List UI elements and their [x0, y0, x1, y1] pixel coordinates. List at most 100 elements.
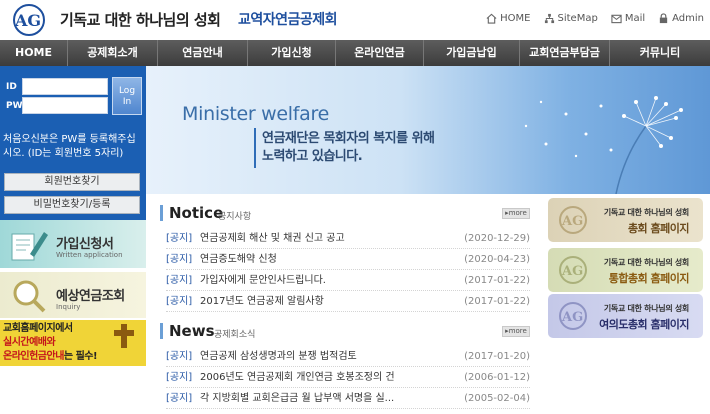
- svg-text:AG: AG: [561, 310, 583, 325]
- banner-big-text: 총회 홈페이지: [627, 222, 690, 235]
- list-item-tag: [공지]: [166, 296, 193, 307]
- banner-small-text: 기독교 대한 하나님의 성회: [603, 208, 689, 217]
- list-item-date: (2017-01-22): [464, 275, 530, 286]
- news-bar: [160, 323, 163, 339]
- list-item[interactable]: [공지] 2006년도 연금공제회 개인연금 호봉조정의 건 (2006-01-12…: [166, 367, 530, 388]
- nav-pension-info[interactable]: 연금안내: [158, 40, 248, 66]
- find-pw-button[interactable]: 비밀번호찾기/등록: [4, 196, 140, 214]
- notice-header: Notice 공지사항 ▸more: [158, 194, 534, 222]
- login-button[interactable]: Log In: [112, 77, 142, 115]
- list-item-tag: [공지]: [166, 372, 193, 383]
- nav-community[interactable]: 커뮤니티: [610, 40, 710, 66]
- list-item-tag: [공지]: [166, 351, 193, 362]
- banner-big-text: 여의도총회 홈페이지: [599, 318, 689, 331]
- list-item[interactable]: [공지] 2017년도 연금공제 알림사항 (2017-01-22): [166, 291, 530, 312]
- united-assembly-banner[interactable]: AG 기독교 대한 하나님의 성회 통합총회 홈페이지: [548, 248, 703, 292]
- login-box: ID PW Log In 처음오신분은 PW를 등록해주십시오. (ID는 회원…: [0, 66, 146, 220]
- mail-icon: [611, 14, 622, 24]
- estimate-banner-title: 예상연금조회: [56, 289, 125, 304]
- news-list: [공지] 연금공제 삼성생명과의 분쟁 법적검토 (2017-01-20) [공지]…: [166, 346, 530, 409]
- hero-message: 연금재단은 목회자의 복지를 위해 노력하고 있습니다.: [262, 130, 435, 166]
- magnifier-icon: [13, 280, 46, 313]
- general-assembly-banner[interactable]: AG 기독교 대한 하나님의 성회 총회 홈페이지: [548, 198, 703, 242]
- main-nav: HOME 공제회소개 연금안내 가입신청 온라인연금 가입금납입 교회연금부담금…: [0, 40, 710, 66]
- hero-banner: Minister welfare 연금재단은 목회자의 복지를 위해 노력하고 …: [146, 66, 710, 194]
- header: AG 기독교 대한 하나님의 성회 교역자연금공제회 HOME SiteMap …: [0, 0, 710, 40]
- church-banner-line3a: 온라인헌금안내: [3, 351, 64, 362]
- ag-logo-icon: AG: [559, 256, 587, 284]
- news-title: News: [169, 322, 215, 340]
- id-label: ID: [6, 82, 17, 92]
- sitemap-link[interactable]: SiteMap: [544, 13, 598, 24]
- nav-home[interactable]: HOME: [0, 40, 68, 66]
- notice-more-label: more: [508, 209, 527, 217]
- list-item-text: 가입자에게 문안인사드립니다.: [200, 275, 326, 286]
- apply-banner[interactable]: 가입신청서 Written application: [0, 220, 146, 268]
- list-item-date: (2017-01-20): [464, 351, 530, 362]
- list-item[interactable]: [공지] 연금공제회 해산 및 채권 신고 공고 (2020-12-29): [166, 228, 530, 249]
- church-online-banner[interactable]: 교회홈페이지에서 실시간예배와 온라인헌금안내는 필수!: [0, 320, 146, 366]
- admin-icon: [659, 13, 668, 24]
- pw-label: PW: [6, 101, 23, 111]
- list-item-text: 2006년도 연금공제회 개인연금 호봉조정의 건: [200, 372, 395, 383]
- list-item-text: 2017년도 연금공제 알림사항: [200, 296, 324, 307]
- apply-banner-title: 가입신청서: [56, 237, 114, 252]
- church-banner-line1: 교회홈페이지에서: [3, 323, 73, 334]
- list-item-date: (2020-04-23): [464, 254, 530, 265]
- list-item[interactable]: [공지] 연금증도해약 신청 (2020-04-23): [166, 249, 530, 270]
- notice-subtitle: 공지사항: [218, 212, 252, 222]
- list-item[interactable]: [공지] 연금공제 삼성생명과의 분쟁 법적검토 (2017-01-20): [166, 346, 530, 367]
- pw-input[interactable]: [22, 97, 108, 114]
- nav-church-burden[interactable]: 교회연금부담금: [520, 40, 610, 66]
- notice-more-button[interactable]: ▸more: [502, 208, 530, 219]
- news-header: News 공제회소식 ▸more: [158, 312, 534, 340]
- notice-title: Notice: [169, 204, 224, 222]
- top-links: HOME SiteMap Mail Admin: [486, 13, 704, 24]
- estimate-banner[interactable]: 예상연금조회 Inquiry: [0, 272, 146, 318]
- hero-title: Minister welfare: [182, 103, 330, 125]
- notice-bar: [160, 205, 163, 221]
- site-title: 기독교 대한 하나님의 성회: [60, 11, 221, 29]
- nav-join[interactable]: 가입신청: [248, 40, 336, 66]
- list-item[interactable]: [공지] 가입자에게 문안인사드립니다. (2017-01-22): [166, 270, 530, 291]
- banner-big-text: 통합총회 홈페이지: [608, 272, 690, 285]
- sitemap-icon: [544, 13, 554, 24]
- apply-banner-sub: Written application: [56, 251, 123, 259]
- list-item-text: 연금공제회 해산 및 채권 신고 공고: [200, 233, 345, 244]
- login-notice: 처음오신분은 PW를 등록해주십시오. (ID는 회원번호 5자리): [3, 134, 136, 159]
- mail-link-label: Mail: [624, 13, 646, 24]
- logo-text: AG: [14, 11, 41, 30]
- list-item-date: (2005-02-04): [464, 393, 530, 404]
- nav-online-pension[interactable]: 온라인연금: [336, 40, 424, 66]
- login-button-label-1: Log: [118, 86, 136, 96]
- id-input[interactable]: [22, 78, 108, 95]
- ag-logo-icon[interactable]: AG: [8, 4, 50, 36]
- yeouido-assembly-banner[interactable]: AG 기독교 대한 하나님의 성회 여의도총회 홈페이지: [548, 294, 703, 338]
- site-subtitle: 교역자연금공제회: [238, 12, 338, 28]
- hero-line2: 노력하고 있습니다.: [262, 149, 363, 164]
- news-more-label: more: [508, 327, 527, 335]
- admin-link[interactable]: Admin: [658, 13, 704, 24]
- list-item-text: 연금증도해약 신청: [200, 254, 277, 265]
- banner-small-text: 기독교 대한 하나님의 성회: [603, 258, 689, 267]
- list-item[interactable]: [공지] 각 지방회별 교회은급금 월 납부액 서명을 실... (2005-02-…: [166, 388, 530, 409]
- list-item-tag: [공지]: [166, 393, 193, 404]
- nav-about[interactable]: 공제회소개: [68, 40, 158, 66]
- news-more-button[interactable]: ▸more: [502, 326, 530, 337]
- svg-text:AG: AG: [561, 264, 583, 279]
- home-link[interactable]: HOME: [486, 13, 531, 24]
- ag-logo-icon: AG: [559, 302, 587, 330]
- list-item-tag: [공지]: [166, 254, 193, 265]
- list-item-text: 각 지방회별 교회은급금 월 납부액 서명을 실...: [200, 393, 395, 404]
- church-banner-line2: 실시간예배와: [3, 337, 56, 348]
- mail-link[interactable]: Mail: [611, 13, 645, 24]
- hero-divider: [254, 128, 256, 168]
- nav-payment[interactable]: 가입금납입: [424, 40, 520, 66]
- cross-icon: [114, 324, 134, 348]
- find-id-button[interactable]: 회원번호찾기: [4, 173, 140, 191]
- banner-small-text: 기독교 대한 하나님의 성회: [603, 304, 689, 313]
- list-item-date: (2017-01-22): [464, 296, 530, 307]
- list-item-text: 연금공제 삼성생명과의 분쟁 법적검토: [200, 351, 357, 362]
- list-item-date: (2020-12-29): [464, 233, 530, 244]
- ag-logo-icon: AG: [559, 206, 587, 234]
